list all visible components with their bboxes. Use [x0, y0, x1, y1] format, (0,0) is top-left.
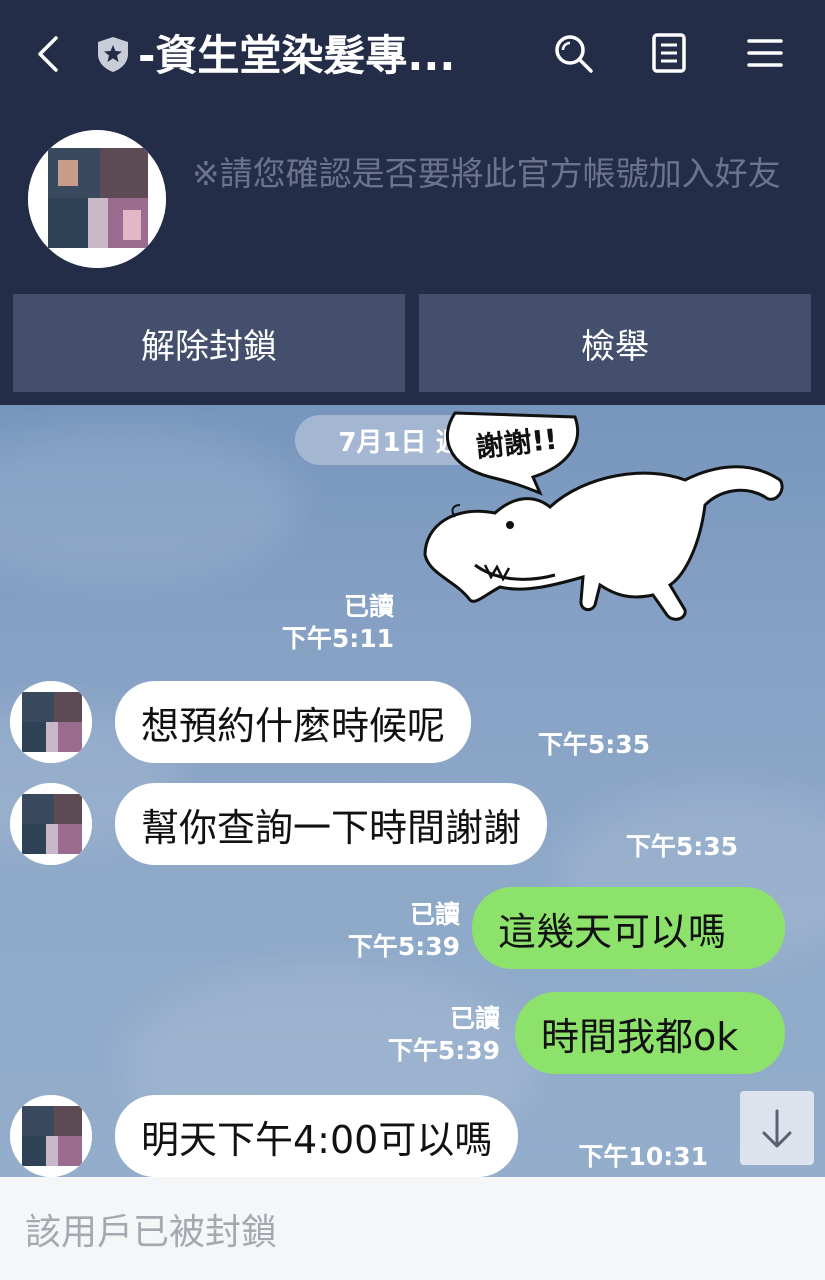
scroll-to-bottom-button[interactable]	[740, 1091, 814, 1165]
report-button[interactable]: 檢舉	[419, 294, 811, 392]
read-receipt: 已讀	[409, 900, 460, 929]
thank-you-dinosaur-sticker: 謝謝!!	[423, 411, 784, 621]
message-time: 下午10:31	[578, 1142, 708, 1171]
read-receipt: 已讀	[449, 1004, 500, 1033]
sender-avatar[interactable]	[10, 783, 92, 865]
message-meta: 已讀 下午5:39	[330, 899, 460, 963]
message-meta: 已讀 下午5:39	[370, 1003, 500, 1067]
unblock-button[interactable]: 解除封鎖	[13, 294, 405, 392]
shield-icon	[98, 37, 128, 72]
read-receipt: 已讀	[343, 592, 394, 621]
message-time: 下午5:11	[281, 624, 394, 653]
message-bubble[interactable]: 時間我都ok	[515, 992, 785, 1074]
message-bubble[interactable]: 想預約什麼時候呢	[115, 681, 472, 763]
menu-icon[interactable]	[742, 30, 788, 76]
account-avatar[interactable]	[28, 130, 166, 268]
notes-icon[interactable]	[646, 30, 692, 76]
message-time: 下午5:35	[625, 832, 738, 861]
message-bubble[interactable]: 這幾天可以嗎	[472, 887, 785, 969]
arrow-down-icon	[762, 1109, 792, 1148]
add-friend-notice: ※請您確認是否要將此官方帳號加入好友	[192, 154, 781, 193]
back-icon[interactable]	[30, 32, 70, 76]
sender-avatar[interactable]	[10, 1095, 92, 1177]
chat-header: -資生堂染髮專... ※請您確認是否要將此官方帳號加入好友 解除封鎖 檢舉	[0, 0, 825, 405]
sender-avatar[interactable]	[10, 681, 92, 763]
blocked-status-text: 該用戶已被封鎖	[25, 1212, 278, 1253]
sticker-meta: 已讀 下午5:11	[270, 591, 394, 655]
message-bubble[interactable]: 幫你查詢一下時間謝謝	[115, 783, 548, 865]
message-time: 下午5:39	[347, 932, 460, 961]
message-time: 下午5:35	[537, 730, 650, 759]
chat-title: -資生堂染髮專...	[138, 31, 456, 80]
input-bar: 該用戶已被封鎖	[0, 1177, 825, 1280]
chat-area[interactable]: 7月1日 週三 謝謝!! 已讀 下午5:11 想預約什麼時候呢 下午5:35 幫…	[0, 405, 825, 1177]
search-icon[interactable]	[550, 30, 596, 76]
message-bubble[interactable]: 明天下午4:00可以嗎	[115, 1095, 519, 1177]
message-time: 下午5:39	[387, 1036, 500, 1065]
